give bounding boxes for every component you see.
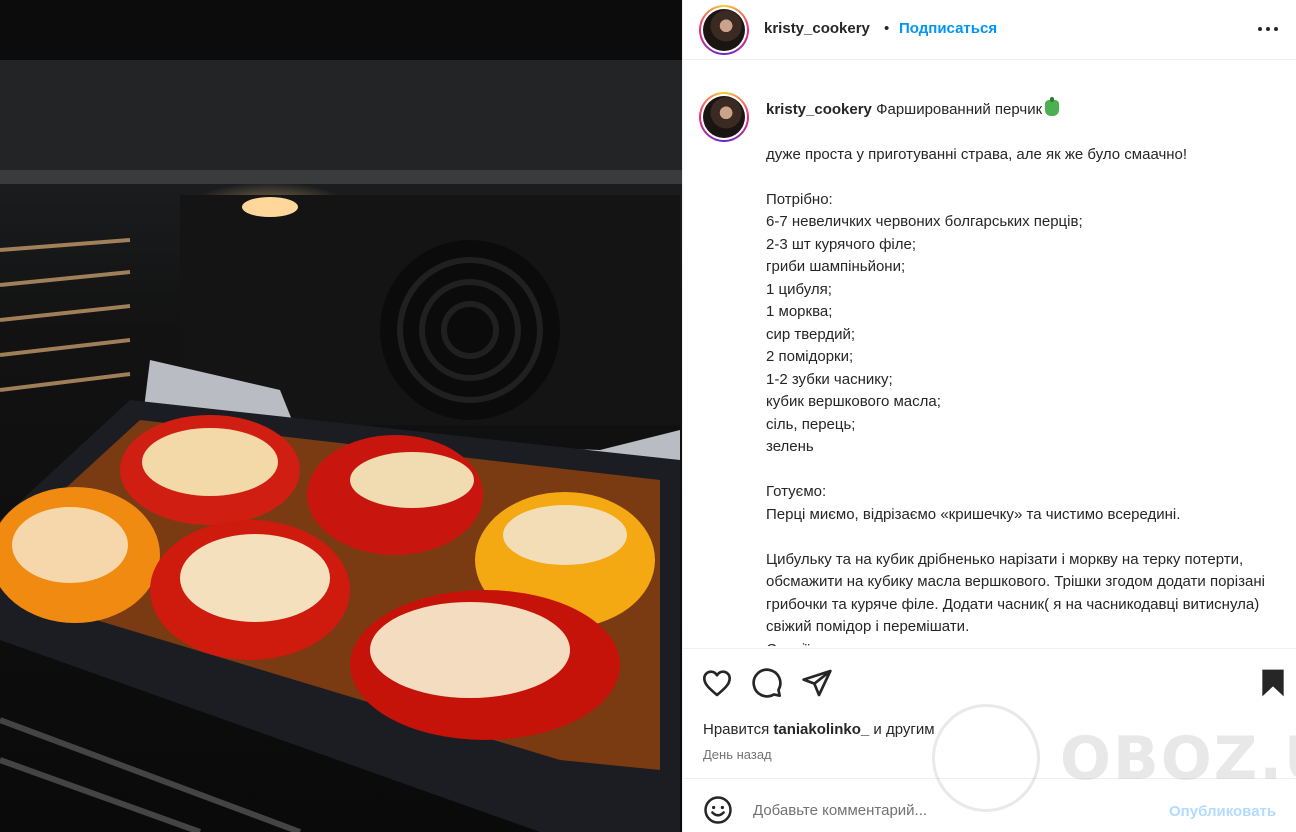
stuffed-peppers-image [0,0,682,832]
caption-line: 1-2 зубки часнику; [766,370,893,388]
comment-input[interactable] [753,796,1153,824]
caption-line: Цибульку та на кубик дрібненько нарізати… [766,550,1270,636]
publish-button[interactable]: Опубликовать [1169,803,1276,820]
likes-summary: Нравится taniakolinko_ и другим [703,721,935,738]
caption-line [766,526,1286,549]
caption-line: Перці миємо, відрізаємо «кришечку» та чи… [766,505,1181,523]
caption-line: сир твердий; [766,325,856,343]
caption-line: Готуємо: [766,483,827,500]
caption-body: дуже проста у приготуванні страва, але я… [766,144,1286,647]
caption-title: Фаршированний перчик [876,101,1043,118]
bookmark-icon[interactable] [1257,667,1289,699]
likes-suffix[interactable]: и другим [873,721,934,738]
post-panel: kristy_cookery • Подписаться kristy_cook… [682,0,1296,832]
caption-line: 1 морква; [766,303,833,320]
post-actions: Нравится taniakolinko_ и другим День наз… [683,648,1296,778]
caption-line: 6-7 невеличких червоних болгарських перц… [766,213,1083,230]
likes-prefix: Нравится [703,721,770,738]
caption-line: гриби шампіньйони; [766,258,906,275]
caption-line: 2 помідорки; [766,348,854,365]
post-header: kristy_cookery • Подписаться [683,0,1296,60]
caption-username[interactable]: kristy_cookery [766,101,872,118]
author-avatar[interactable] [699,5,749,55]
caption-text: kristy_cookery Фаршированний перчик дуже… [766,97,1286,647]
emoji-icon[interactable] [703,795,733,825]
caption-line: кубик вершкового масла; [766,393,941,410]
caption-line: 1 цибуля; [766,280,832,298]
caption-line [766,166,1286,189]
caption-line: дуже проста у приготуванні страва, але я… [766,145,1188,163]
more-icon [1258,27,1262,31]
separator-dot: • [884,20,890,37]
caption-line: Потрібно: [766,190,833,208]
author-username[interactable]: kristy_cookery [764,20,870,37]
caption-line [766,459,1286,482]
caption-line: 2-3 шт курячого філе; [766,235,917,253]
heart-icon[interactable] [701,667,733,699]
caption-area: kristy_cookery Фаршированний перчик дуже… [683,68,1296,646]
caption-line: сіль, перець; [766,415,856,433]
likes-user-link[interactable]: taniakolinko_ [773,721,869,738]
comment-icon[interactable] [751,667,783,699]
follow-button[interactable]: Подписаться [899,20,997,37]
more-options-button[interactable] [1255,14,1285,44]
post-photo [0,0,682,832]
caption-avatar[interactable] [699,92,749,142]
pepper-emoji-icon [1045,97,1060,116]
caption-line: Спеції по смаку. [766,639,1286,647]
share-icon[interactable] [801,667,833,699]
caption-line: зелень [766,438,814,455]
comment-bar: Опубликовать [683,778,1296,832]
post-timestamp[interactable]: День назад [703,747,772,762]
